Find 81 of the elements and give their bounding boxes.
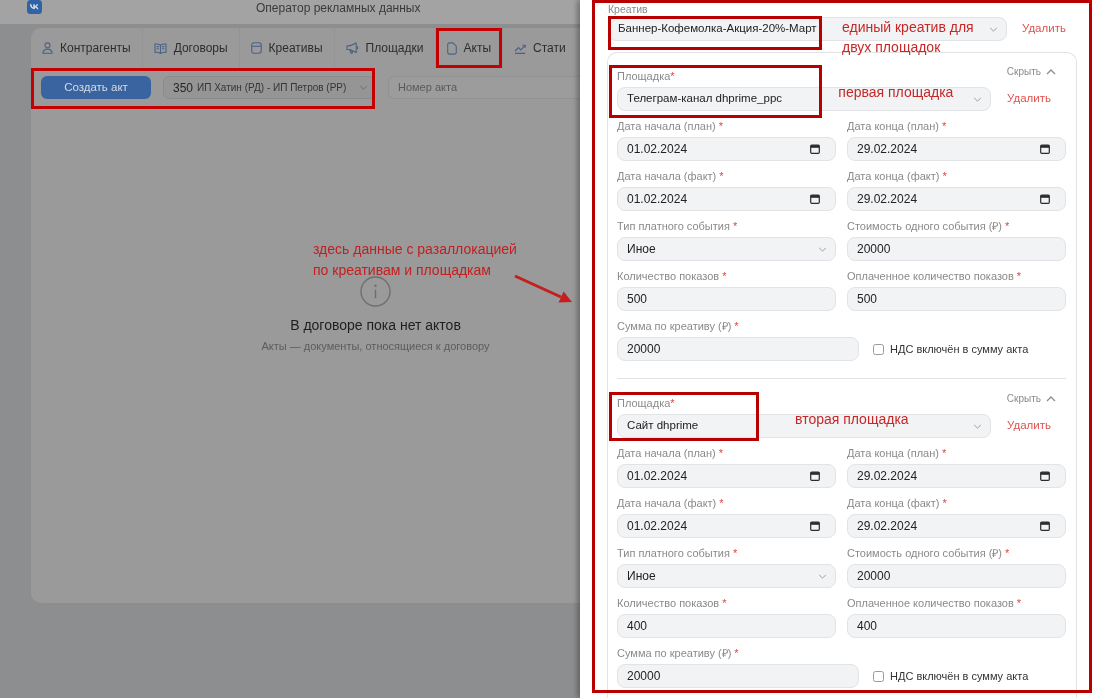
field-label: Количество показов * bbox=[617, 270, 727, 282]
field-label: Количество показов * bbox=[617, 597, 727, 609]
date-field[interactable]: 01.02.2024 bbox=[617, 464, 836, 488]
field-label: Площадка* bbox=[617, 70, 675, 82]
calendar-icon[interactable] bbox=[1040, 471, 1050, 481]
calendar-icon[interactable] bbox=[1040, 521, 1050, 531]
megaphone-icon bbox=[345, 42, 359, 54]
text-field[interactable]: 500 bbox=[617, 287, 836, 311]
card-icon bbox=[250, 42, 262, 54]
text-field[interactable]: 400 bbox=[617, 614, 836, 638]
date-field[interactable]: 29.02.2024 bbox=[847, 514, 1066, 538]
date-field[interactable]: 01.02.2024 bbox=[617, 514, 836, 538]
tab[interactable]: Площадки bbox=[333, 28, 435, 68]
select-field[interactable]: Иное bbox=[617, 237, 836, 261]
field-label: Тип платного события * bbox=[617, 220, 738, 232]
delete-link[interactable]: Удалить bbox=[1022, 20, 1066, 38]
calendar-icon[interactable] bbox=[1040, 144, 1050, 154]
tab[interactable]: Креативы bbox=[238, 28, 334, 68]
field-label: Дата конца (план) * bbox=[847, 447, 947, 459]
field-label: Оплаченное количество показов * bbox=[847, 270, 1022, 282]
checkbox[interactable] bbox=[873, 670, 884, 682]
field-label: Дата начала (план) * bbox=[617, 120, 723, 132]
chevron-down-icon bbox=[973, 423, 983, 429]
calendar-icon[interactable] bbox=[810, 144, 820, 154]
text-field[interactable]: 20000 bbox=[847, 237, 1066, 261]
field-label: Сумма по креативу (₽) * bbox=[617, 320, 739, 332]
calendar-icon[interactable] bbox=[810, 471, 820, 481]
checkbox[interactable] bbox=[873, 343, 884, 355]
annotation-note: здесь данные с разаллокацией по креативам и площадкам bbox=[313, 240, 517, 280]
field-label: Дата конца (факт) * bbox=[847, 497, 947, 509]
text-field[interactable]: 20000 bbox=[847, 564, 1066, 588]
text-field[interactable]: 20000 bbox=[617, 664, 859, 688]
text-field[interactable]: 20000 bbox=[617, 337, 859, 361]
person-icon bbox=[42, 42, 53, 54]
field-label: Оплаченное количество показов * bbox=[847, 597, 1022, 609]
field-label: Стоимость одного события (₽) * bbox=[847, 220, 1010, 232]
select-field[interactable]: Иное bbox=[617, 564, 836, 588]
field-label: Дата начала (план) * bbox=[617, 447, 723, 459]
chart-icon bbox=[514, 42, 526, 54]
text-field[interactable]: 400 bbox=[847, 614, 1066, 638]
calendar-icon[interactable] bbox=[810, 194, 820, 204]
chevron-down-icon bbox=[973, 96, 983, 102]
date-field[interactable]: 01.02.2024 bbox=[617, 187, 836, 211]
tab[interactable]: Договоры bbox=[141, 28, 239, 68]
date-field[interactable]: 01.02.2024 bbox=[617, 137, 836, 161]
field-label: Сумма по креативу (₽) * bbox=[617, 647, 739, 659]
book-icon bbox=[153, 42, 167, 54]
delete-link[interactable]: Удалить bbox=[1007, 90, 1051, 108]
field-label: Дата конца (план) * bbox=[847, 120, 947, 132]
date-field[interactable]: 29.02.2024 bbox=[847, 137, 1066, 161]
chevron-down-icon bbox=[359, 85, 368, 90]
date-field[interactable]: 29.02.2024 bbox=[847, 187, 1066, 211]
field-label: Дата конца (факт) * bbox=[847, 170, 947, 182]
chevron-down-icon bbox=[818, 573, 827, 579]
window-title: Оператор рекламных данных bbox=[256, 1, 421, 15]
calendar-icon[interactable] bbox=[810, 521, 820, 531]
calendar-icon[interactable] bbox=[1040, 194, 1050, 204]
info-icon bbox=[360, 276, 391, 307]
delete-link[interactable]: Удалить bbox=[1007, 417, 1051, 435]
create-act-button[interactable]: Создать акт bbox=[41, 76, 151, 99]
hide-link[interactable]: Скрыть bbox=[1006, 66, 1056, 78]
empty-state-title: В договоре пока нет актов bbox=[290, 316, 461, 334]
document-icon bbox=[446, 41, 457, 55]
field-label: Дата начала (факт) * bbox=[617, 497, 724, 509]
checkbox-label[interactable]: НДС включён в сумму акта bbox=[890, 340, 1029, 358]
text-field[interactable]: 500 bbox=[847, 287, 1066, 311]
hide-link[interactable]: Скрыть bbox=[1006, 393, 1056, 405]
field-label: Тип платного события * bbox=[617, 547, 738, 559]
tab[interactable]: Стати bbox=[502, 28, 566, 68]
tab[interactable]: Контрагенты bbox=[31, 28, 142, 68]
contract-select[interactable]: 350 ИП Хатин (РД) - ИП Петров (РР) bbox=[163, 76, 375, 99]
chevron-down-icon bbox=[818, 246, 827, 252]
field-label: Дата начала (факт) * bbox=[617, 170, 724, 182]
chevron-down-icon bbox=[989, 26, 998, 32]
field-label: Стоимость одного события (₽) * bbox=[847, 547, 1010, 559]
field-label: Креатив bbox=[608, 4, 648, 15]
tab[interactable]: Акты bbox=[434, 28, 502, 68]
date-field[interactable]: 29.02.2024 bbox=[847, 464, 1066, 488]
checkbox-label[interactable]: НДС включён в сумму акта bbox=[890, 667, 1029, 685]
field-label: Площадка* bbox=[617, 397, 675, 409]
app-logo bbox=[27, 0, 42, 14]
